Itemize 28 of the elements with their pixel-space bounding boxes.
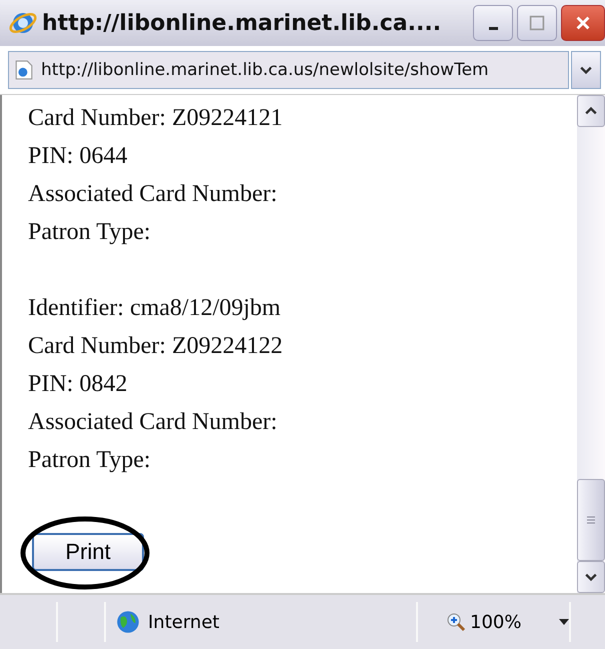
print-button[interactable]: Print	[32, 533, 144, 571]
record-text: PIN: 0644	[28, 143, 128, 169]
record-text: Associated Card Number:	[28, 409, 278, 435]
close-icon	[574, 14, 592, 32]
grip-icon	[586, 515, 596, 525]
record-text: Card Number: Z09224121	[28, 105, 283, 131]
record-text: Patron Type:	[28, 447, 151, 473]
caret-icon[interactable]	[559, 619, 570, 625]
scrollbar[interactable]	[577, 95, 605, 593]
zone-label: Internet	[148, 612, 220, 632]
close-button[interactable]	[561, 5, 605, 41]
window-title: http://libonline.marinet.lib.ca....	[42, 10, 442, 36]
zoom-icon	[446, 612, 466, 632]
chevron-down-icon	[585, 571, 597, 583]
maximize-icon	[529, 15, 545, 31]
dropdown-button[interactable]	[571, 51, 601, 89]
record-text: PIN: 0842	[28, 371, 128, 397]
record-text: Card Number: Z09224122	[28, 333, 283, 359]
address-field[interactable]: http://libonline.marinet.lib.ca.us/newlolsite/showTem	[8, 51, 569, 89]
chevron-up-icon	[585, 105, 597, 117]
globe-icon	[116, 610, 140, 634]
record-text: Patron Type:	[28, 219, 151, 245]
record-text: Identifier: cma8/12/09jbm	[28, 295, 281, 321]
minimize-icon	[488, 26, 498, 30]
page-icon	[15, 60, 33, 80]
zoom-level[interactable]: 100%	[470, 612, 522, 632]
record-text: Associated Card Number:	[28, 181, 278, 207]
chevron-down-icon	[580, 64, 592, 76]
